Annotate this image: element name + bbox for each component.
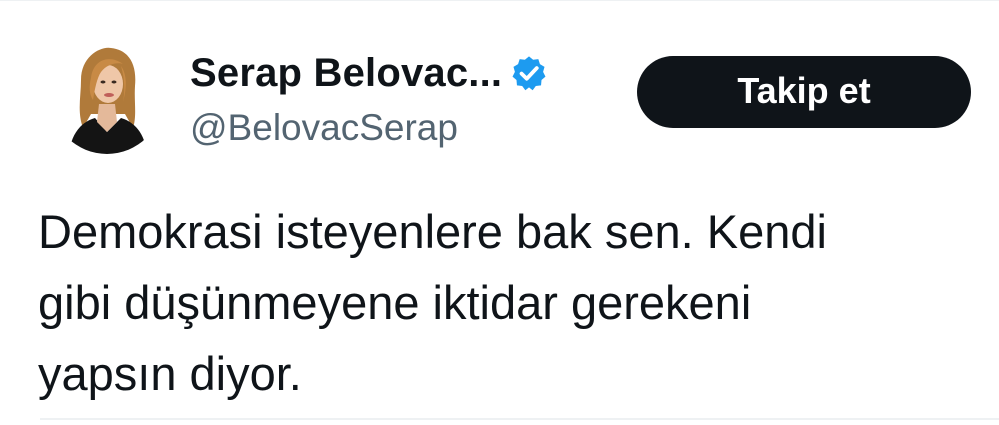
- bottom-divider: [40, 418, 999, 420]
- follow-button[interactable]: Takip et: [637, 56, 971, 128]
- author-name-row[interactable]: Serap Belovac...: [190, 50, 548, 96]
- author-handle[interactable]: @BelovacSerap: [190, 106, 458, 150]
- tweet-text: Demokrasi isteyenlere bak sen. Kendi gib…: [38, 205, 827, 400]
- top-divider: [0, 0, 999, 1]
- verified-badge-icon[interactable]: [510, 54, 548, 92]
- avatar[interactable]: [51, 42, 163, 154]
- author-display-name[interactable]: Serap Belovac...: [190, 50, 502, 96]
- profile-photo-icon: [51, 42, 163, 154]
